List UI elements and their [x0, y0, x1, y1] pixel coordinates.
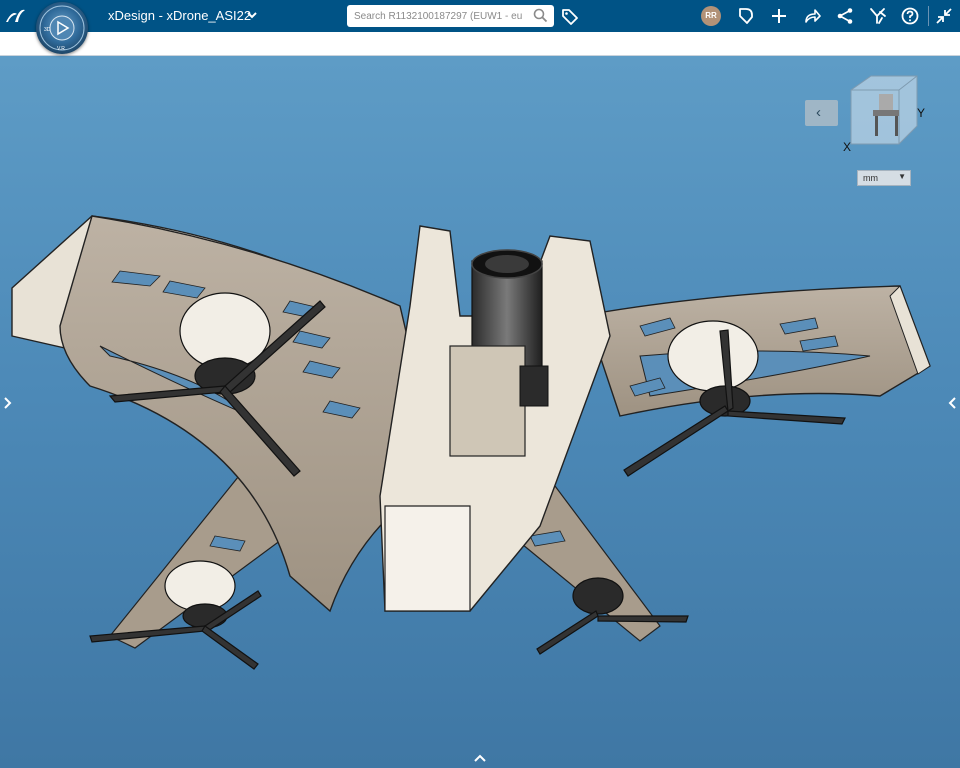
view-cube-collapse-button[interactable]: ‹ [805, 100, 838, 126]
search-box[interactable] [347, 5, 554, 27]
share-icon[interactable] [737, 7, 755, 25]
network-icon[interactable] [836, 7, 854, 25]
collapse-icon[interactable] [935, 7, 953, 25]
sub-bar [0, 32, 960, 56]
3ds-logo-icon[interactable] [3, 5, 29, 27]
compass-label-vr: V.R [57, 46, 65, 52]
units-value: mm [863, 173, 878, 183]
help-icon[interactable] [901, 7, 919, 25]
search-input[interactable] [354, 7, 524, 25]
compass-icon[interactable]: 3D V.R [36, 2, 88, 54]
chevron-down-icon[interactable] [246, 9, 258, 21]
axis-x-label: X [843, 140, 852, 154]
expand-left-panel-icon[interactable] [3, 395, 13, 411]
app-title[interactable]: xDesign - xDrone_ASI22 [108, 8, 251, 23]
top-bar: xDesign - xDrone_ASI22 RR [0, 0, 960, 32]
avatar[interactable]: RR [701, 6, 721, 26]
plus-icon[interactable] [770, 7, 788, 25]
drone-model[interactable] [0, 56, 960, 768]
compass-label-3d: 3D [44, 27, 51, 33]
tools-icon[interactable] [869, 7, 887, 25]
forward-icon[interactable] [803, 7, 821, 25]
units-dropdown[interactable]: mm ▼ [857, 170, 911, 186]
expand-bottom-panel-icon[interactable] [472, 752, 488, 764]
toolbar-separator [928, 6, 929, 26]
search-icon[interactable] [533, 8, 548, 23]
expand-right-panel-icon[interactable] [947, 395, 957, 411]
dropdown-arrow-icon: ▼ [898, 172, 906, 181]
tag-icon[interactable] [561, 7, 579, 25]
chevron-left-icon: ‹ [816, 104, 821, 121]
axis-y-label: Y [917, 106, 926, 120]
